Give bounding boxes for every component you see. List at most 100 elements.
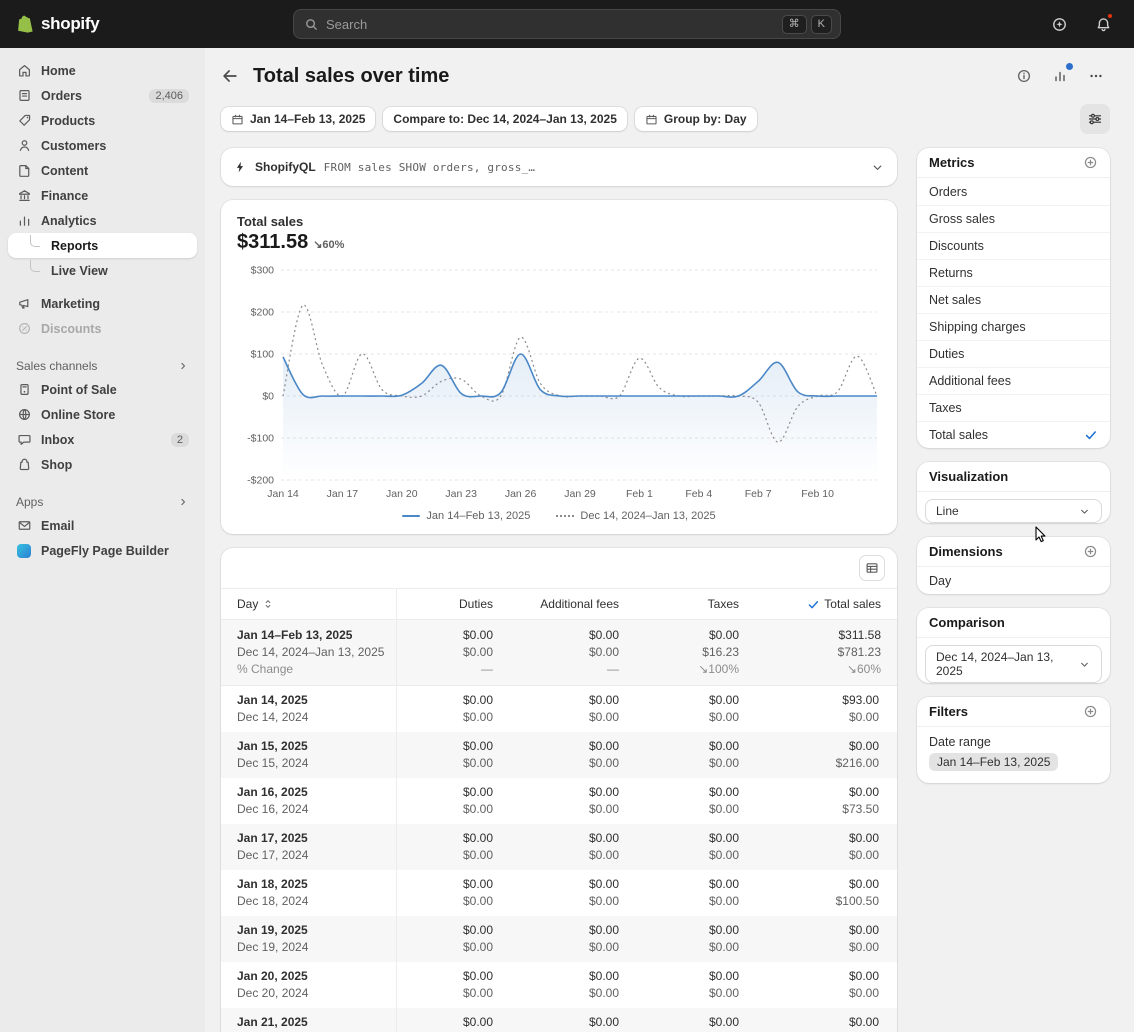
metrics-item-gross-sales[interactable]: Gross sales [917,205,1110,232]
sidebar-item-content[interactable]: Content [8,158,197,183]
sidebar-item-shop[interactable]: Shop [8,452,197,477]
column-header-duties[interactable]: Duties [397,589,509,619]
sidebar-item-marketing[interactable]: Marketing [8,291,197,316]
metrics-item-taxes[interactable]: Taxes [917,394,1110,421]
column-header-additional-fees[interactable]: Additional fees [509,589,635,619]
sidebar-item-online-store[interactable]: Online Store [8,402,197,427]
content-icon [16,163,32,179]
comparison-header: Comparison [917,608,1110,638]
legend-label: Dec 14, 2024–Jan 13, 2025 [580,510,715,522]
column-header-taxes[interactable]: Taxes [635,589,755,619]
svg-text:Jan 26: Jan 26 [505,488,537,500]
sidebar-item-discounts[interactable]: Discounts [8,316,197,341]
sidekick-icon[interactable] [1044,9,1074,39]
notifications-bell-icon[interactable] [1088,9,1118,39]
sidebar-item-label: PageFly Page Builder [41,544,169,558]
svg-text:Jan 29: Jan 29 [564,488,596,500]
table-cell: $0.00$0.00 [635,1008,755,1032]
k-key: K [811,15,832,34]
metrics-title: Metrics [929,155,975,170]
dimensions-header: Dimensions [917,537,1110,567]
metrics-item-shipping-charges[interactable]: Shipping charges [917,313,1110,340]
sidebar-section-apps[interactable]: Apps [8,495,197,509]
shopifyql-bar[interactable]: ShopifyQL FROM sales SHOW orders, gross_… [221,148,897,186]
sidebar-item-finance[interactable]: Finance [8,183,197,208]
more-actions-button[interactable] [1082,62,1110,90]
table-view-button[interactable] [859,555,885,581]
chevron-down-icon[interactable] [870,160,885,175]
info-button[interactable] [1010,62,1038,90]
search-input[interactable] [326,17,782,32]
orders-icon [16,88,32,104]
sidebar-item-email[interactable]: Email [8,513,197,538]
table-cell: $0.00$0.00 [397,686,509,732]
sort-icon [262,598,274,610]
metrics-item-total-sales[interactable]: Total sales [917,421,1110,448]
svg-text:-$200: -$200 [247,475,274,487]
sidebar-item-inbox[interactable]: Inbox 2 [8,427,197,452]
metrics-item-label: Total sales [929,428,988,442]
sidebar-item-pagefly[interactable]: PageFly Page Builder [8,538,197,563]
sidebar-item-customers[interactable]: Customers [8,133,197,158]
date-range-pill[interactable]: Jan 14–Feb 13, 2025 [221,107,375,131]
metrics-item-label: Discounts [929,239,984,253]
sidebar-item-reports[interactable]: Reports [8,233,197,258]
section-title: Sales channels [16,359,97,373]
analytics-icon [16,213,32,229]
sidebar-item-label: Marketing [41,297,100,311]
sidebar-item-orders[interactable]: Orders 2,406 [8,83,197,108]
visualization-card: Visualization Line [917,462,1110,523]
visualization-value: Line [936,504,959,518]
svg-text:$200: $200 [251,307,275,319]
metrics-item-additional-fees[interactable]: Additional fees [917,367,1110,394]
table-cell: $0.00$0.00 [755,962,897,1008]
column-header-day[interactable]: Day [221,589,397,619]
add-dimension-icon[interactable] [1083,544,1098,559]
dimension-item-day[interactable]: Day [917,567,1110,594]
line-chart[interactable]: $300$200$100$0-$100-$200Jan 14Jan 17Jan … [237,264,881,502]
chart-settings-button[interactable] [1046,62,1074,90]
table-body: Jan 14–Feb 13, 2025Dec 14, 2024–Jan 13, … [221,620,897,1032]
back-arrow-icon[interactable] [221,67,239,85]
panel-toggle-button[interactable] [1080,104,1110,134]
metrics-item-duties[interactable]: Duties [917,340,1110,367]
sidebar-item-home[interactable]: Home [8,58,197,83]
metrics-item-label: Net sales [929,293,981,307]
table-cell: $0.00$0.00 [509,916,635,962]
table-cell-day: Jan 16, 2025Dec 16, 2024 [221,778,397,824]
finance-icon [16,188,32,204]
column-header-total-sales[interactable]: Total sales [755,589,897,619]
shopify-logo[interactable]: shopify [16,14,99,35]
table-cell: $311.58$781.23↘60% [755,620,897,685]
sidebar-item-point-of-sale[interactable]: Point of Sale [8,377,197,402]
search-bar[interactable]: ⌘ K [293,9,841,39]
compare-to-pill[interactable]: Compare to: Dec 14, 2024–Jan 13, 2025 [383,107,626,131]
total-sales-chart-card: Total sales $311.58 ↘60% $300$200$100$0-… [221,200,897,534]
sidebar-section-sales-channels[interactable]: Sales channels [8,359,197,373]
legend-comparison-period[interactable]: Dec 14, 2024–Jan 13, 2025 [556,510,715,522]
metrics-item-returns[interactable]: Returns [917,259,1110,286]
legend-current-period[interactable]: Jan 14–Feb 13, 2025 [402,510,530,522]
add-filter-icon[interactable] [1083,704,1098,719]
sidebar-item-analytics[interactable]: Analytics [8,208,197,233]
section-title: Apps [16,495,43,509]
table-cell: $0.00$0.00 [635,916,755,962]
sidebar-item-live-view[interactable]: Live View [8,258,197,283]
products-icon [16,113,32,129]
group-by-pill[interactable]: Group by: Day [635,107,757,131]
sidebar-item-label: Analytics [41,214,97,228]
metrics-item-discounts[interactable]: Discounts [917,232,1110,259]
add-metric-icon[interactable] [1083,155,1098,170]
check-icon [807,598,820,611]
metrics-item-net-sales[interactable]: Net sales [917,286,1110,313]
page-title: Total sales over time [253,65,449,88]
search-shortcut: ⌘ K [782,15,832,34]
report-column: ShopifyQL FROM sales SHOW orders, gross_… [221,148,897,1032]
visualization-select[interactable]: Line [925,499,1102,523]
comparison-select[interactable]: Dec 14, 2024–Jan 13, 2025 [925,645,1102,683]
metrics-item-orders[interactable]: Orders [917,178,1110,205]
date-range-filter-tag[interactable]: Jan 14–Feb 13, 2025 [929,753,1058,771]
metrics-header: Metrics [917,148,1110,178]
sidebar-item-products[interactable]: Products [8,108,197,133]
dimensions-title: Dimensions [929,544,1003,559]
